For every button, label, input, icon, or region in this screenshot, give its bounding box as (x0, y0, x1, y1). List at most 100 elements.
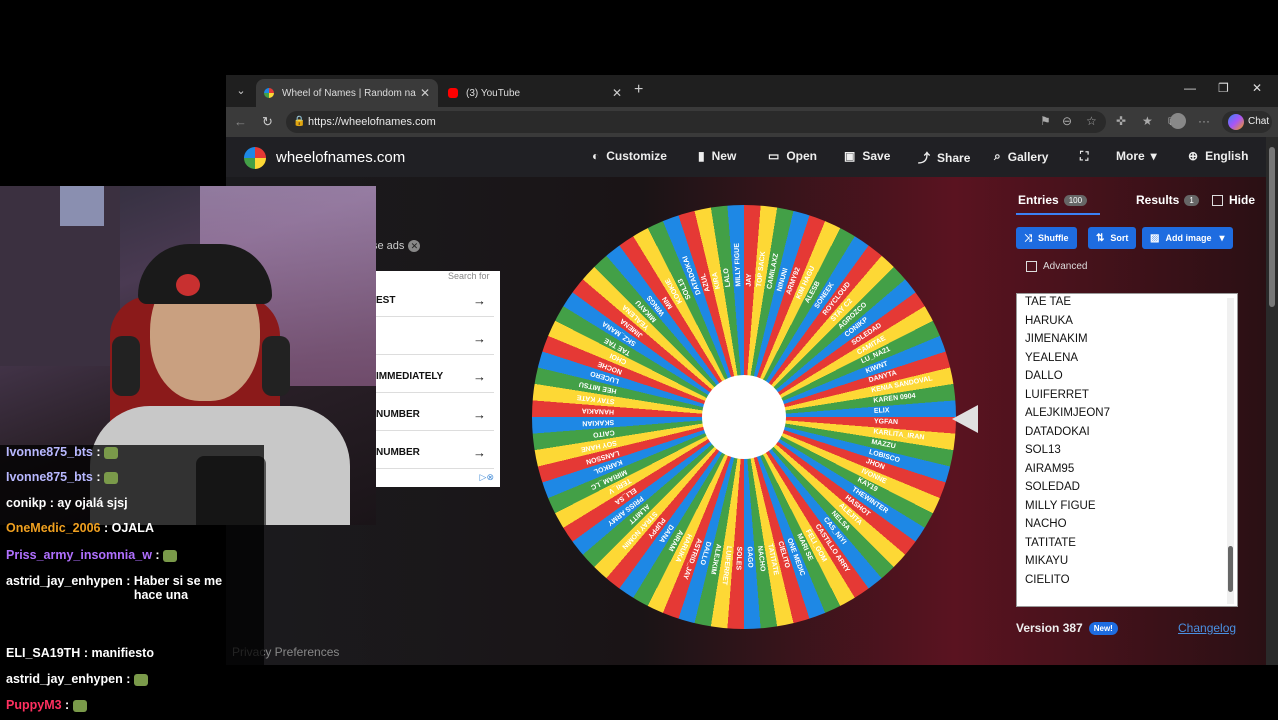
entries-textarea[interactable]: TAE TAE HARUKA JIMENAKIM YEALENA DALLO LUIFER… (1016, 293, 1238, 607)
new-tab-icon[interactable]: + (634, 81, 643, 99)
entry-line: DALLO (1025, 370, 1063, 382)
more-button[interactable]: More ▾ (1116, 149, 1157, 163)
arrow-right-icon: → (473, 331, 486, 346)
share-button[interactable]: ⤴ Share (918, 149, 970, 166)
entries-scrollbar[interactable] (1227, 298, 1234, 604)
chat-message: Ivonne875_bts : (6, 445, 118, 459)
wheel-entry-label: ELIX (873, 407, 890, 415)
chat-label: Chat (1248, 116, 1270, 127)
tab-strip: ⌄ Wheel of Names | Random name p ✕ (3) Y… (226, 75, 1278, 107)
ad-choices-icon[interactable]: ▷⊗ (480, 472, 494, 483)
entry-line: JIMENAKIM (1025, 333, 1088, 345)
wheel-entry-label: YGFAN (873, 418, 899, 427)
new-badge: New! (1088, 621, 1118, 635)
scroll-thumb[interactable] (1228, 546, 1233, 592)
more-options-icon[interactable]: ··· (1198, 114, 1210, 128)
globe-icon: ⊕ (1188, 149, 1199, 163)
chat-text: Haber si se me hace una (133, 574, 223, 602)
close-tab-icon[interactable]: ✕ (612, 86, 622, 100)
close-window-icon[interactable]: ✕ (1252, 81, 1262, 95)
profile-avatar[interactable] (1170, 113, 1186, 129)
ad-panel: Search for EST → → IMMEDIATELY → NUMBER → N… (376, 271, 500, 487)
tab-results[interactable]: Results 1 (1136, 193, 1199, 207)
tab-wheel-of-names[interactable]: Wheel of Names | Random name p ✕ (256, 79, 438, 107)
advanced-checkbox[interactable]: Advanced (1026, 261, 1087, 272)
entry-line: HARUKA (1025, 314, 1073, 327)
chevron-down-icon: ▾ (1150, 149, 1157, 163)
favorites-icon[interactable]: ★ (1142, 114, 1153, 128)
close-tab-icon[interactable]: ✕ (420, 86, 430, 100)
reload-icon[interactable]: ↻ (262, 114, 273, 130)
extensions-icon[interactable]: ✜ (1116, 114, 1126, 128)
save-icon: ▣ (844, 149, 856, 163)
tab-list-dropdown-icon[interactable]: ⌄ (234, 84, 248, 98)
wheel-logo-icon[interactable] (244, 147, 266, 169)
customize-button[interactable]: ◐ Customize (592, 149, 667, 163)
restore-icon[interactable]: ❐ (1218, 81, 1229, 95)
chat-message: astrid_jay_enhypen : (6, 672, 148, 686)
favorite-icon[interactable]: ☆ (1086, 114, 1097, 128)
entries-count-badge: 100 (1063, 194, 1088, 206)
chat-emote-icon (103, 446, 118, 459)
add-image-button[interactable]: ▨ Add image ▾ (1142, 227, 1233, 249)
translate-icon[interactable]: ⚑ (1040, 114, 1051, 128)
entry-line: ALEJKIMJEON7 (1025, 407, 1110, 419)
wheel-favicon-icon (264, 88, 274, 98)
ad-link[interactable]: NUMBER → (376, 437, 494, 469)
chat-text: OJALA (111, 521, 154, 535)
ad-link[interactable]: → (376, 323, 494, 355)
sort-button[interactable]: ⇅ Sort (1088, 227, 1137, 249)
chat-emote-icon (103, 471, 118, 484)
active-tab-underline (1016, 213, 1100, 215)
gallery-button[interactable]: ⌕ Gallery (994, 149, 1048, 164)
entry-line: DATADOKAI (1025, 425, 1090, 438)
ad-link[interactable]: EST → (376, 285, 494, 317)
ad-link[interactable]: NUMBER → (376, 399, 494, 431)
close-ads-button[interactable]: se ads ✕ (372, 240, 421, 252)
chat-message: OneMedic_2006 : OJALA (6, 521, 154, 535)
shuffle-icon: ⤨ (1024, 232, 1032, 244)
ad-link[interactable]: IMMEDIATELY → (376, 361, 494, 393)
chat-text: ay ojalá sjsj (57, 496, 128, 510)
chat-username: OneMedic_2006 (6, 521, 101, 535)
back-icon[interactable]: ← (234, 114, 247, 129)
changelog-link[interactable]: Changelog (1178, 621, 1236, 635)
chat-username: Ivonne875_bts (6, 470, 93, 484)
browser-window: ⌄ Wheel of Names | Random name p ✕ (3) Y… (226, 75, 1278, 665)
entry-line: CIELITO (1025, 573, 1070, 586)
shuffle-button[interactable]: ⤨ Shuffle (1016, 227, 1077, 249)
entry-line: MIKAYU (1025, 555, 1069, 567)
page-scrollbar[interactable] (1266, 137, 1278, 665)
tab-youtube[interactable]: (3) YouTube ✕ (440, 79, 630, 107)
site-header: wheelofnames.com ◐ Customize ▮ New ▭ Open ▣… (226, 137, 1266, 177)
minimize-icon[interactable]: — (1184, 81, 1196, 95)
search-icon: ⌕ (994, 149, 1001, 163)
wheel-entry-label: GAGO (745, 546, 754, 568)
share-icon: ⤴ (918, 151, 931, 165)
copilot-icon (1228, 114, 1244, 130)
url-input[interactable]: 🔒 https://wheelofnames.com (286, 111, 1106, 133)
copilot-chat-button[interactable]: Chat (1222, 111, 1272, 133)
wheel-center-spin-button[interactable] (702, 375, 786, 459)
fullscreen-button[interactable]: ⛶ (1080, 149, 1095, 164)
site-brand[interactable]: wheelofnames.com (276, 149, 405, 166)
palette-icon: ◐ (592, 149, 600, 163)
checkbox-icon (1212, 194, 1223, 206)
new-button[interactable]: ▮ New (698, 149, 736, 163)
webcam-poster (60, 186, 104, 226)
hide-toggle[interactable]: Hide (1212, 193, 1255, 207)
wheel-entry-label: SKAKIAN (582, 418, 615, 427)
language-button[interactable]: ⊕ English (1188, 149, 1248, 163)
entry-line: NACHO (1025, 518, 1067, 530)
image-icon: ▨ (1150, 232, 1160, 244)
open-button[interactable]: ▭ Open (768, 149, 817, 163)
lock-icon: 🔒 (293, 116, 306, 127)
scroll-thumb[interactable] (1269, 147, 1275, 307)
entry-line: TATITATE (1025, 536, 1076, 549)
save-button[interactable]: ▣ Save (844, 149, 890, 163)
tab-entries[interactable]: Entries 100 (1018, 193, 1088, 207)
wheel-pointer-icon (952, 405, 978, 433)
tracking-icon[interactable]: ⊖ (1062, 114, 1072, 128)
webcam-cap-logo (176, 274, 200, 296)
entry-line: AIRAM95 (1025, 462, 1075, 475)
